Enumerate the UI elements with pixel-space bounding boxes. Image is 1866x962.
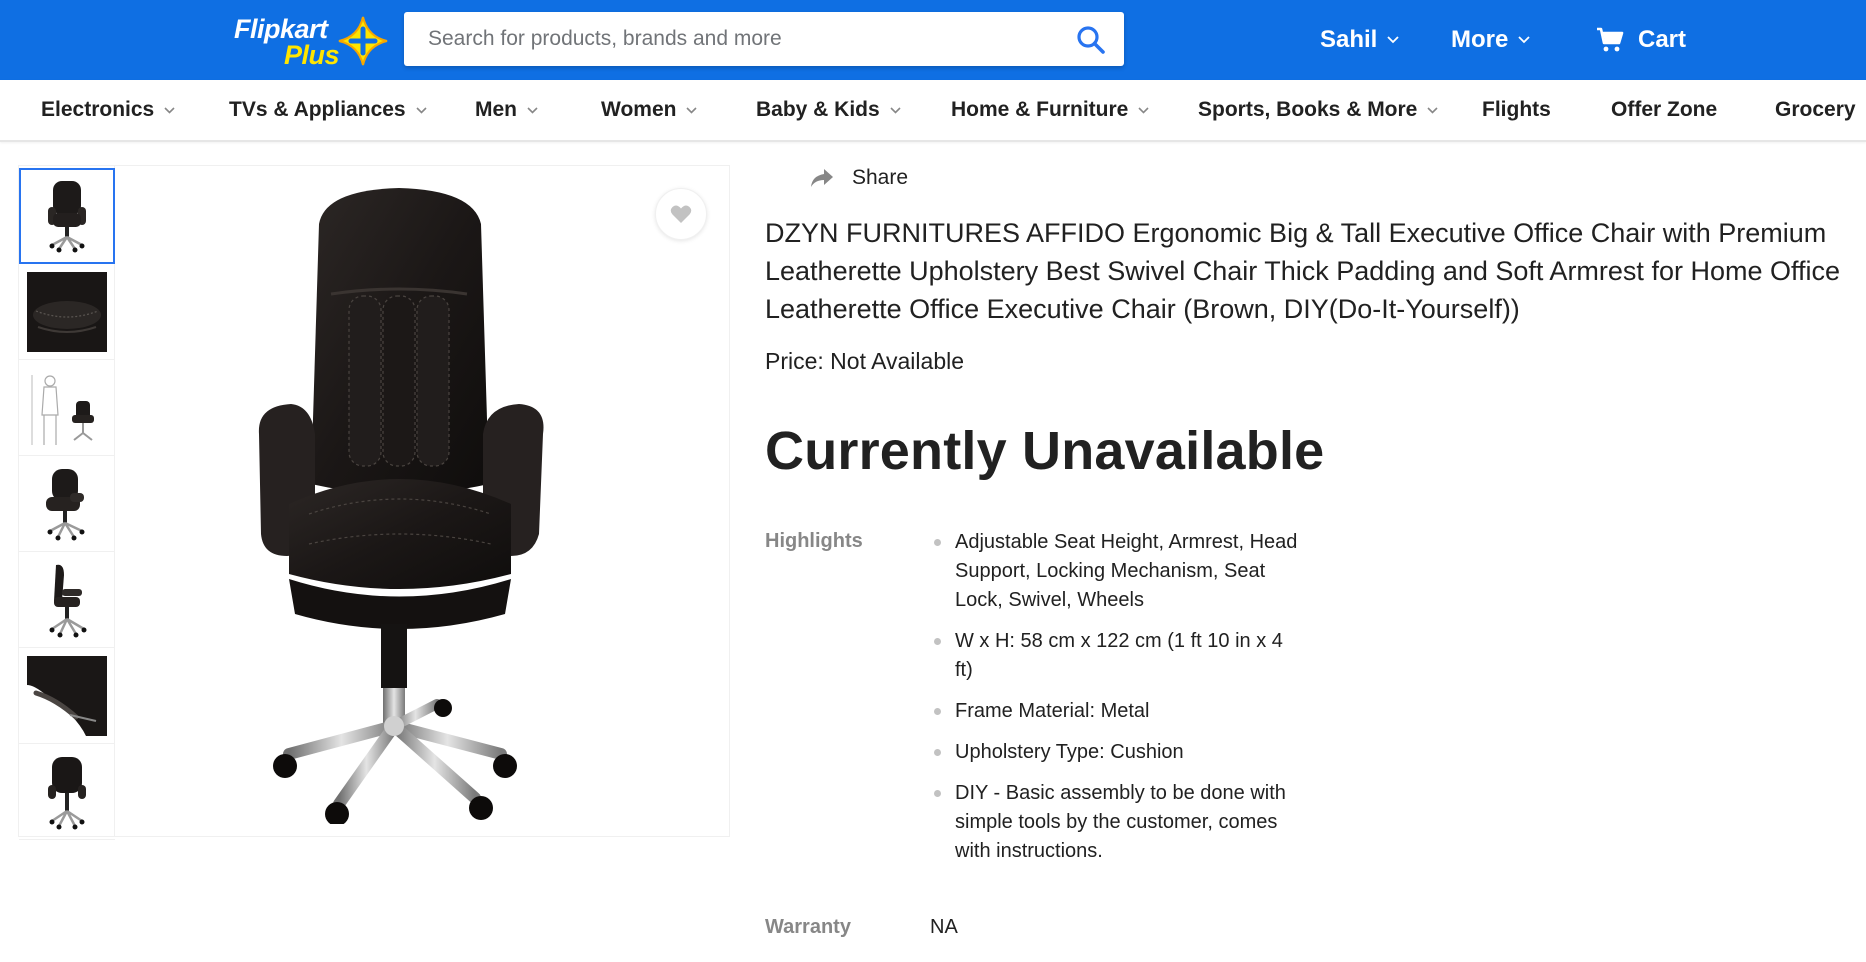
category-label: Women (601, 98, 677, 121)
category-nav: Electronics TVs & Appliances Men Women B… (0, 80, 1866, 142)
thumbnail-chair-side[interactable] (19, 552, 115, 648)
more-label: More (1451, 26, 1509, 53)
highlight-item: Adjustable Seat Height, Armrest, Head Su… (930, 528, 1300, 615)
category-grocery[interactable]: Grocery (1775, 80, 1856, 140)
highlights-list: Adjustable Seat Height, Armrest, Head Su… (930, 528, 1300, 878)
category-women[interactable]: Women (601, 80, 698, 140)
chevron-down-icon (1518, 36, 1530, 44)
chevron-down-icon (1138, 106, 1149, 114)
size-chart-image (31, 374, 94, 445)
main-product-image (258, 188, 544, 824)
account-menu[interactable]: Sahil (1320, 20, 1399, 60)
flipkart-plus-logo[interactable]: Flipkart Plus (234, 12, 390, 70)
category-label: Baby & Kids (756, 98, 880, 121)
wishlist-button[interactable] (655, 188, 707, 240)
chevron-down-icon (1387, 36, 1399, 44)
chevron-down-icon (1427, 106, 1438, 114)
account-name: Sahil (1320, 26, 1378, 53)
chevron-down-icon (164, 106, 175, 114)
highlight-item: DIY - Basic assembly to be done with sim… (930, 779, 1300, 866)
chevron-down-icon (527, 106, 538, 114)
product-title: DZYN FURNITURES AFFIDO Ergonomic Big & T… (765, 218, 1841, 324)
category-home-furniture[interactable]: Home & Furniture (951, 80, 1149, 140)
share-label: Share (852, 166, 909, 189)
cart-label: Cart (1638, 26, 1687, 53)
chair-side-image (49, 564, 87, 637)
category-label: Men (475, 98, 517, 121)
seat-closeup-image (27, 271, 107, 352)
highlights-label: Highlights (765, 530, 863, 552)
heart-icon (670, 205, 692, 223)
armrest-closeup-image (27, 655, 107, 736)
price-text: Price: Not Available (765, 348, 965, 374)
thumbnail-chair-front[interactable] (19, 168, 115, 264)
category-men[interactable]: Men (475, 80, 538, 140)
search-icon[interactable] (1076, 25, 1106, 55)
category-label: Sports, Books & More (1198, 98, 1418, 121)
plus-star-icon (338, 16, 388, 66)
more-menu[interactable]: More (1451, 20, 1530, 60)
availability-status: Currently Unavailable (765, 421, 1325, 481)
category-label: Electronics (41, 98, 155, 121)
thumbnail-strip (19, 166, 115, 840)
search-input[interactable] (404, 12, 1044, 66)
category-sports-books-more[interactable]: Sports, Books & More (1198, 80, 1438, 140)
thumbnail-armrest-closeup[interactable] (19, 648, 115, 744)
logo-text-bottom: Plus (284, 40, 340, 70)
category-flights[interactable]: Flights (1482, 80, 1551, 140)
highlight-item: W x H: 58 cm x 122 cm (1 ft 10 in x 4 ft… (930, 627, 1300, 685)
chair-angle-image (46, 468, 85, 540)
top-header: Flipkart Plus Sahil More Cart (0, 0, 1866, 80)
search-box (404, 12, 1124, 66)
share-button[interactable]: Share (810, 164, 908, 192)
cart-link[interactable]: Cart (1596, 20, 1686, 60)
category-label: TVs & Appliances (229, 98, 406, 121)
thumbnail-chair-back[interactable] (19, 744, 115, 840)
chevron-down-icon (416, 106, 427, 114)
category-electronics[interactable]: Electronics (41, 80, 175, 140)
thumbnail-chair-angle[interactable] (19, 456, 115, 552)
highlight-item: Frame Material: Metal (930, 697, 1300, 726)
warranty-label: Warranty (765, 916, 851, 938)
cart-icon (1597, 27, 1624, 52)
category-label: Flights (1482, 98, 1551, 121)
chevron-down-icon (890, 106, 901, 114)
highlight-item: Upholstery Type: Cushion (930, 738, 1300, 767)
thumbnail-seat-closeup[interactable] (19, 264, 115, 360)
category-offer-zone[interactable]: Offer Zone (1611, 80, 1717, 140)
category-label: Home & Furniture (951, 98, 1129, 121)
category-label: Grocery (1775, 98, 1856, 121)
category-label: Offer Zone (1611, 98, 1718, 121)
warranty-value: NA (930, 916, 958, 938)
thumbnail-size-chart[interactable] (19, 360, 115, 456)
category-baby-kids[interactable]: Baby & Kids (756, 80, 901, 140)
product-gallery (18, 165, 730, 840)
chevron-down-icon (686, 106, 698, 114)
category-tvs-appliances[interactable]: TVs & Appliances (229, 80, 427, 140)
chair-front-image (48, 181, 86, 253)
share-icon (811, 169, 833, 187)
chair-back-image (48, 756, 86, 829)
